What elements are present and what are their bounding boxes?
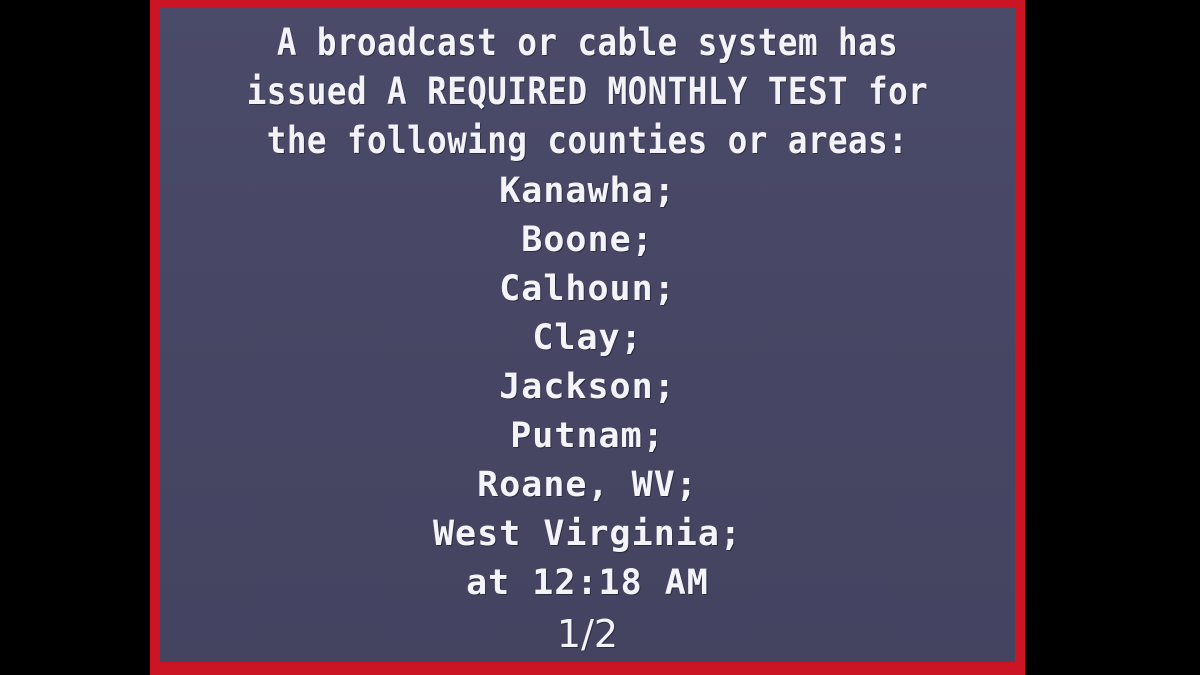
pillarbox-right xyxy=(1025,0,1200,675)
alert-header-line-3: the following counties or areas: xyxy=(266,119,909,162)
alert-time-line: at 12:18 AM xyxy=(466,563,709,603)
eas-alert-body: A broadcast or cable system has issued A… xyxy=(160,8,1015,662)
eas-affected-areas-list: Kanawha; Boone; Calhoun; Clay; Jackson; … xyxy=(160,167,1015,608)
affected-area-item: Jackson; xyxy=(499,367,676,407)
page-indicator: 1/2 xyxy=(556,612,619,656)
eas-alert-header: A broadcast or cable system has issued A… xyxy=(160,8,1015,165)
affected-area-item: Calhoun; xyxy=(499,269,676,309)
eas-alert-card: A broadcast or cable system has issued A… xyxy=(150,0,1025,675)
affected-area-item: Kanawha; xyxy=(499,171,676,211)
affected-area-item: Putnam; xyxy=(510,416,665,456)
affected-area-item: Clay; xyxy=(532,318,643,358)
affected-area-item: Roane, WV; xyxy=(477,465,698,505)
alert-header-line-1: A broadcast or cable system has xyxy=(276,21,899,64)
affected-area-item: Boone; xyxy=(521,220,654,260)
alert-header-line-2: issued A REQUIRED MONTHLY TEST for xyxy=(246,70,929,113)
pillarbox-left xyxy=(0,0,150,675)
affected-area-item: West Virginia; xyxy=(432,514,742,554)
eas-alert-screen: A broadcast or cable system has issued A… xyxy=(0,0,1200,675)
